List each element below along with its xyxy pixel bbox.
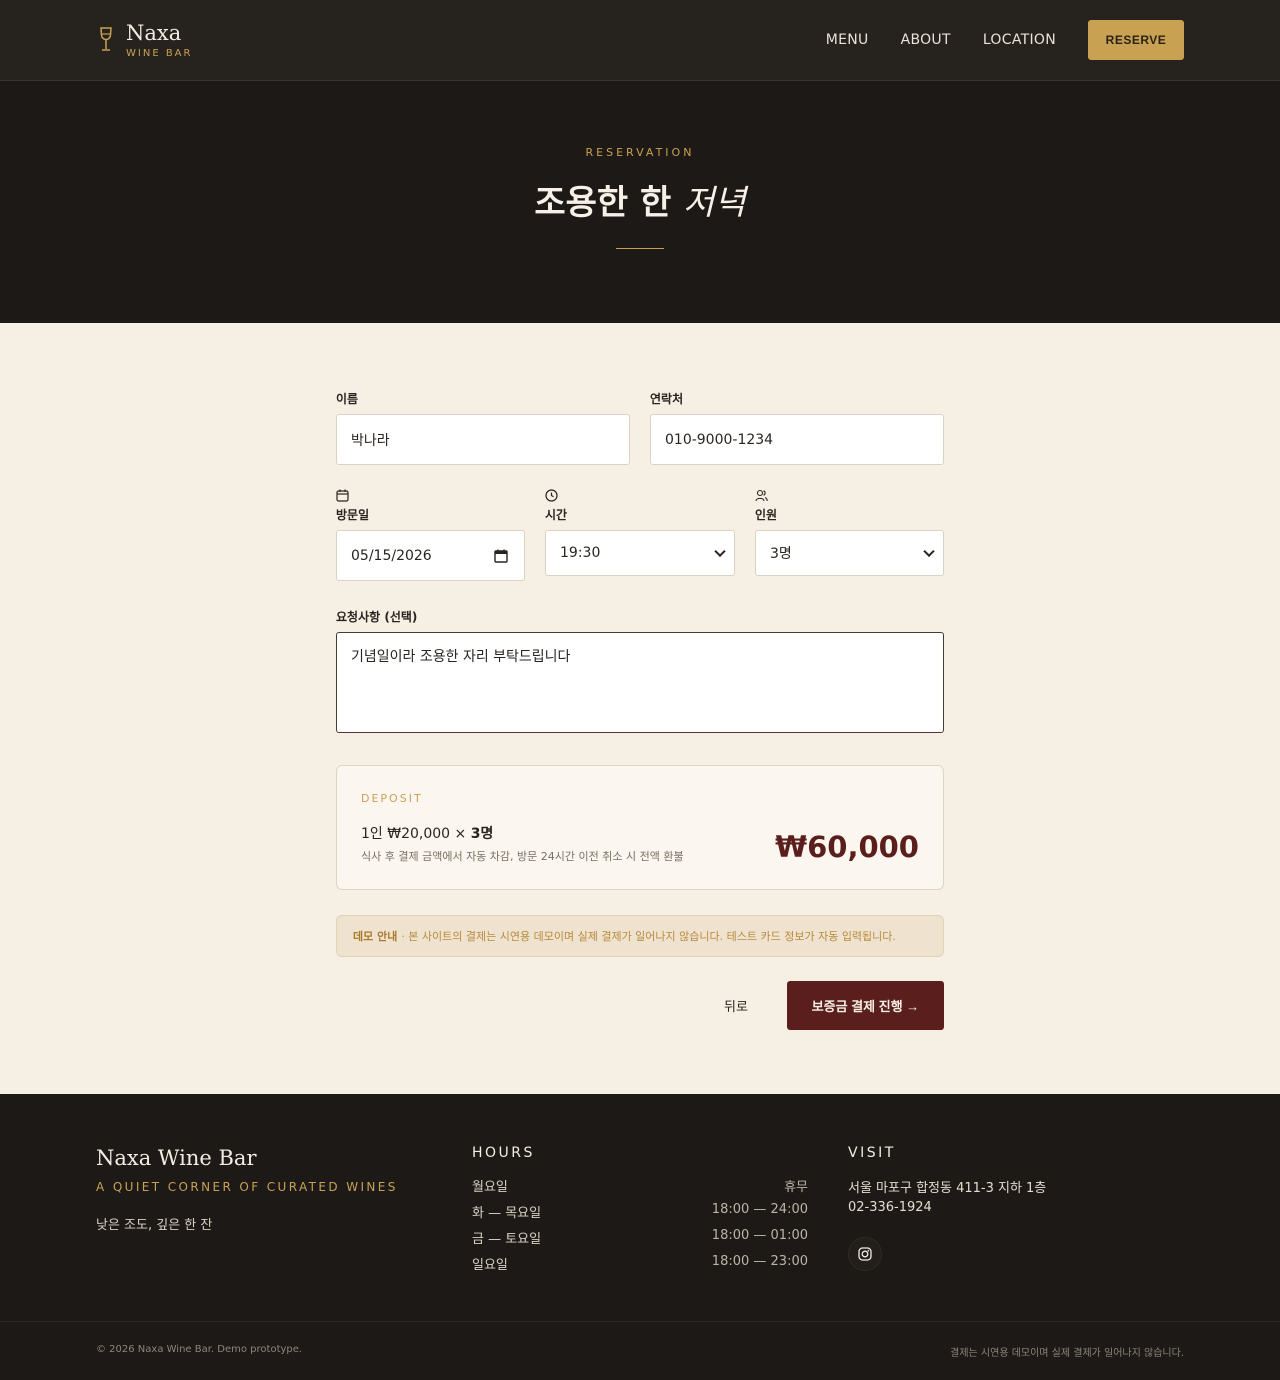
hours-time: 18:00 — 01:00 [711,1228,808,1243]
chevron-down-icon [714,545,726,558]
deposit-eyebrow: DEPOSIT [361,792,423,805]
name-label: 이름 [336,392,359,406]
footer-brand: Naxa Wine Bar [96,1146,257,1170]
request-textarea[interactable]: 기념일이라 조용한 자리 부탁드립니다 [336,632,944,733]
hero-eyebrow: RESERVATION [585,146,695,159]
time-label: 시간 [545,508,568,522]
site-header: Naxa WINE BAR MENU ABOUT LOCATION RESERV… [0,0,1280,81]
date-input[interactable]: 05/15/2026 [336,530,525,581]
time-value: 19:30 [560,545,601,561]
deposit-per-person: 1인 ₩20,000 × [361,826,467,842]
deposit-count: 3명 [470,826,494,842]
calendar-icon [336,489,349,502]
demo-notice-text: · 본 사이트의 결제는 시연용 데모이며 실제 결제가 일어나지 않습니다. … [401,930,896,943]
nav-about[interactable]: ABOUT [901,32,951,48]
date-value: 05/15/2026 [351,547,432,564]
visit-heading: VISIT [848,1145,896,1161]
hours-row: 금 — 토요일 18:00 — 01:00 [472,1228,808,1247]
hours-day: 월요일 [472,1180,508,1195]
footer-quote: 낮은 조도, 깊은 한 잔 [96,1218,213,1233]
users-icon [755,489,768,502]
page-title: 조용한 한 저녁 [0,175,1280,224]
payment-disclaimer: 결제는 시연용 데모이며 실제 결제가 일어나지 않습니다. [950,1348,1184,1359]
date-picker-icon[interactable] [494,549,508,563]
back-button[interactable]: 뒤로 [708,981,764,1030]
hours-row: 화 — 목요일 18:00 — 24:00 [472,1202,808,1221]
page-title-main: 조용한 한 [534,183,672,223]
brand-name: Naxa [126,21,182,45]
request-label: 요청사항 (선택) [336,610,418,624]
hours-time: 18:00 — 23:00 [711,1254,808,1269]
footer-tagline: A QUIET CORNER OF CURATED WINES [96,1180,398,1194]
chevron-down-icon [923,545,935,558]
deposit-amount: ₩60,000 [775,830,919,864]
party-select[interactable]: 3명 [755,530,944,576]
page-title-emphasis: 저녁 [683,183,746,223]
deposit-card: DEPOSIT 1인 ₩20,000 × 3명 식사 후 결제 금액에서 자동 … [336,765,944,890]
party-label: 인원 [755,508,778,522]
hours-row: 월요일 휴무 [472,1176,808,1195]
brand[interactable]: Naxa WINE BAR [96,20,192,59]
hero-divider [616,248,664,249]
brand-subtitle: WINE BAR [126,48,193,59]
hours-day: 일요일 [472,1258,508,1273]
deposit-calculation: 1인 ₩20,000 × 3명 [361,823,493,843]
phone-input[interactable]: 010-9000-1234 [650,414,944,465]
pay-deposit-button[interactable]: 보증금 결제 진행 → [787,981,944,1030]
instagram-icon [858,1247,872,1261]
nav-menu[interactable]: MENU [826,32,869,48]
demo-notice: 데모 안내 · 본 사이트의 결제는 시연용 데모이며 실제 결제가 일어나지 … [336,915,944,957]
wine-glass-icon [100,27,112,51]
time-select[interactable]: 19:30 [545,530,735,576]
site-footer: Naxa Wine Bar A QUIET CORNER OF CURATED … [0,1094,1280,1380]
clock-icon [545,489,558,502]
nav-location[interactable]: LOCATION [983,32,1056,48]
hours-day: 화 — 목요일 [472,1206,542,1221]
reserve-button[interactable]: RESERVE [1088,20,1184,60]
hours-time: 휴무 [784,1180,808,1195]
instagram-link[interactable] [848,1237,882,1271]
phone-label: 연락처 [650,392,684,406]
footer-address: 서울 마포구 합정동 411-3 지하 1층 [848,1181,1047,1196]
hours-time: 18:00 — 24:00 [711,1202,808,1217]
name-input[interactable]: 박나라 [336,414,630,465]
date-label: 방문일 [336,508,370,522]
demo-notice-title: 데모 안내 [353,930,398,943]
hours-heading: HOURS [472,1145,535,1161]
footer-divider [0,1321,1280,1322]
hours-row: 일요일 18:00 — 23:00 [472,1254,808,1273]
hero: RESERVATION 조용한 한 저녁 [0,81,1280,323]
party-value: 3명 [770,546,792,562]
footer-phone[interactable]: 02-336-1924 [848,1200,932,1215]
deposit-note: 식사 후 결제 금액에서 자동 차감, 방문 24시간 이전 취소 시 전액 환… [361,850,684,863]
hours-day: 금 — 토요일 [472,1232,542,1247]
main-nav: MENU ABOUT LOCATION RESERVE [826,20,1184,60]
copyright: © 2026 Naxa Wine Bar. Demo prototype. [96,1344,303,1355]
